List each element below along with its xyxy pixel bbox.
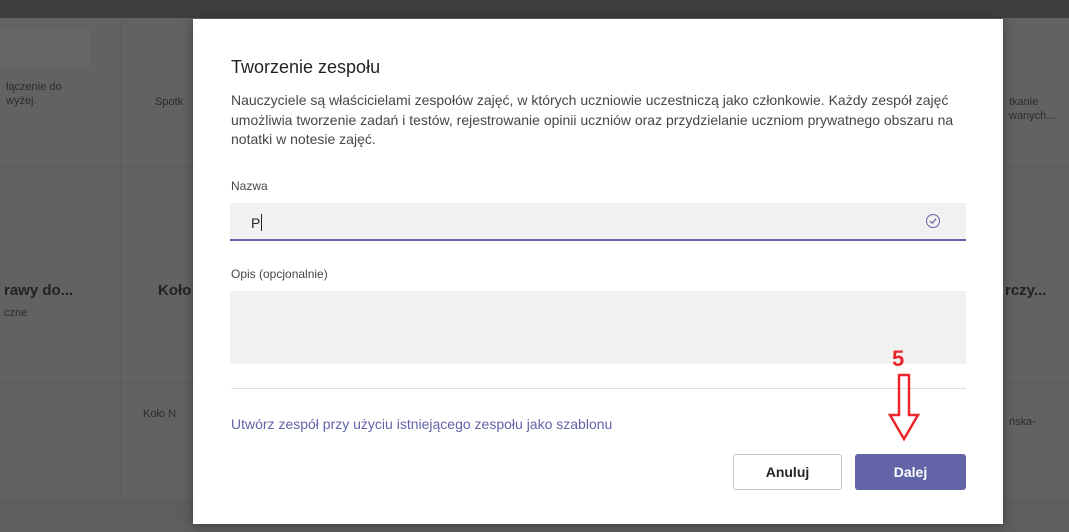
bg-team-title: rczy... [1005, 282, 1047, 299]
check-circle-icon [926, 214, 940, 228]
bg-divider [1003, 383, 1069, 384]
bg-team-title: rawy do... [4, 282, 74, 299]
name-input[interactable]: P [230, 203, 966, 241]
text-caret [261, 214, 263, 231]
bg-text: wanych... [1009, 110, 1056, 122]
bg-text: czne [4, 307, 28, 319]
bg-text: ńska- [1009, 416, 1036, 428]
dialog-title: Tworzenie zespołu [231, 57, 381, 77]
bg-divider [0, 167, 193, 168]
description-textarea[interactable] [230, 291, 966, 364]
top-bar [0, 0, 1069, 18]
bg-text: wyżej. [6, 95, 37, 107]
cancel-button[interactable]: Anuluj [733, 454, 842, 490]
create-team-dialog: Tworzenie zespołu Nauczyciele są właścic… [193, 19, 1003, 524]
bg-text: Koło N [143, 408, 177, 420]
create-from-template-link[interactable]: Utwórz zespół przy użyciu istniejącego z… [231, 416, 612, 432]
bg-divider [0, 383, 193, 384]
dialog-description: Nauczyciele są właścicielami zespołów za… [231, 92, 954, 147]
bg-text: Spotk [155, 96, 184, 108]
step-annotation-number: 5 [892, 346, 905, 371]
name-label: Nazwa [231, 179, 268, 193]
next-button[interactable]: Dalej [855, 454, 966, 490]
bg-text: tkanie [1009, 96, 1039, 108]
bg-card [0, 28, 90, 68]
name-input-value: P [251, 215, 261, 231]
down-arrow-icon [887, 373, 921, 442]
description-label: Opis (opcjonalnie) [231, 267, 328, 281]
bg-divider [1003, 167, 1069, 168]
bg-divider [120, 18, 121, 498]
divider [231, 388, 966, 389]
bg-text: łączenie do [6, 81, 62, 93]
bg-team-title: Koło [158, 282, 192, 299]
